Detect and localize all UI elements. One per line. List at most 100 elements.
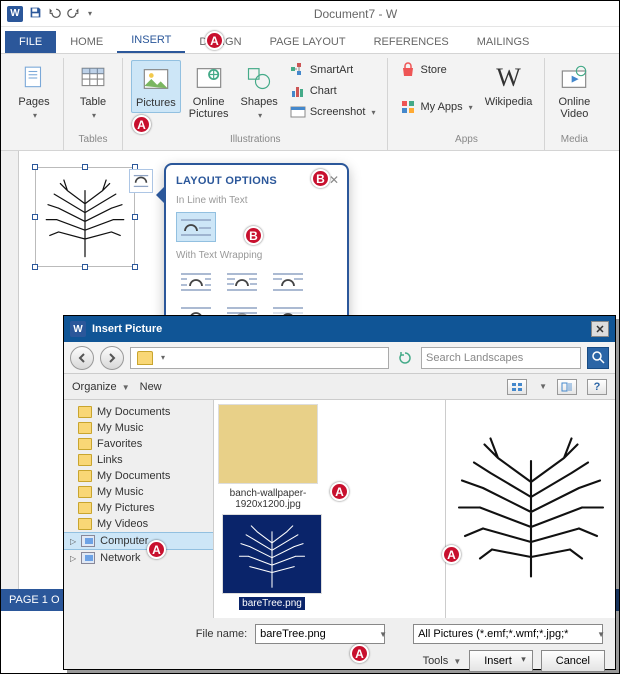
file-thumb-baretree[interactable]: bareTree.png bbox=[222, 514, 322, 609]
store-label: Store bbox=[420, 64, 446, 76]
breadcrumb[interactable]: ▾ bbox=[130, 347, 389, 369]
online-video-button[interactable]: OnlineVideo bbox=[553, 60, 595, 123]
screenshot-icon bbox=[290, 104, 306, 120]
tab-references[interactable]: REFERENCES bbox=[360, 31, 463, 53]
folder-icon bbox=[78, 422, 92, 434]
tree-item-favorites[interactable]: Favorites bbox=[64, 436, 213, 452]
folder-icon bbox=[78, 454, 92, 466]
folder-icon bbox=[78, 406, 92, 418]
back-button[interactable] bbox=[70, 346, 94, 370]
filetype-select[interactable] bbox=[413, 624, 603, 644]
tree-item-mydocuments[interactable]: My Documents bbox=[64, 404, 213, 420]
tab-insert[interactable]: INSERT bbox=[117, 29, 185, 53]
video-label: OnlineVideo bbox=[558, 96, 590, 120]
close-icon[interactable]: ✕ bbox=[591, 321, 609, 337]
wrap-square-option[interactable] bbox=[176, 267, 216, 297]
myapps-icon bbox=[400, 99, 416, 115]
qat-dropdown-icon[interactable]: ▾ bbox=[88, 9, 92, 18]
save-icon[interactable] bbox=[29, 6, 42, 22]
tree-item-mymusic2[interactable]: My Music bbox=[64, 484, 213, 500]
group-pages: Pages▾ bbox=[5, 58, 64, 150]
tab-file[interactable]: FILE bbox=[5, 31, 56, 53]
group-apps: Store My Apps▾ W Wikipedia Apps bbox=[388, 58, 545, 150]
view-button[interactable] bbox=[507, 379, 527, 395]
online-pictures-label: OnlinePictures bbox=[189, 96, 229, 120]
screenshot-label: Screenshot bbox=[310, 106, 366, 118]
preview-pane-button[interactable] bbox=[557, 379, 577, 395]
tree-item-computer[interactable]: ▷Computer bbox=[64, 532, 213, 550]
group-label-media: Media bbox=[561, 134, 588, 148]
tree-item-mydocuments2[interactable]: My Documents bbox=[64, 468, 213, 484]
pages-label: Pages bbox=[18, 96, 49, 108]
folder-icon bbox=[78, 518, 92, 530]
wrap-tight-option[interactable] bbox=[222, 267, 262, 297]
organize-button[interactable]: Organize ▼ bbox=[72, 381, 130, 393]
undo-icon[interactable] bbox=[48, 6, 61, 22]
layout-wrapping-label: With Text Wrapping bbox=[176, 250, 337, 261]
tree-item-network[interactable]: ▷Network bbox=[64, 550, 213, 566]
annotation-marker: A bbox=[330, 482, 349, 501]
search-input[interactable]: Search Landscapes bbox=[421, 347, 581, 369]
folder-icon bbox=[78, 470, 92, 482]
file-thumb-banch[interactable]: banch-wallpaper-1920x1200.jpg bbox=[218, 404, 318, 510]
smartart-icon bbox=[290, 62, 306, 78]
pictures-label: Pictures bbox=[136, 97, 176, 109]
filename-input[interactable] bbox=[255, 624, 385, 644]
table-button[interactable]: Table▾ bbox=[72, 60, 114, 123]
help-button[interactable]: ? bbox=[587, 379, 607, 395]
wikipedia-icon: W bbox=[494, 63, 524, 93]
online-pictures-button[interactable]: OnlinePictures bbox=[185, 60, 233, 123]
quick-access-toolbar: ▾ bbox=[29, 6, 92, 22]
tree-item-mymusic[interactable]: My Music bbox=[64, 420, 213, 436]
dialog-footer: File name: ▼ ▼ Tools ▼ Insert Cancel bbox=[64, 618, 615, 674]
selected-image[interactable] bbox=[35, 167, 135, 267]
tools-button[interactable]: Tools ▼ bbox=[423, 655, 462, 667]
shapes-icon bbox=[244, 63, 274, 93]
smartart-button[interactable]: SmartArt bbox=[286, 60, 380, 80]
tree-item-myvideos[interactable]: My Videos bbox=[64, 516, 213, 532]
search-button[interactable] bbox=[587, 347, 609, 369]
wrap-through-option[interactable] bbox=[268, 267, 308, 297]
chart-icon bbox=[290, 83, 306, 99]
smartart-label: SmartArt bbox=[310, 64, 353, 76]
pictures-button[interactable]: Pictures bbox=[131, 60, 181, 113]
shapes-button[interactable]: Shapes▾ bbox=[237, 60, 282, 123]
file-list[interactable]: banch-wallpaper-1920x1200.jpg bareTree.p… bbox=[214, 400, 445, 618]
dialog-titlebar: W Insert Picture ✕ bbox=[64, 316, 615, 342]
status-page: PAGE 1 O bbox=[9, 594, 60, 606]
wikipedia-label: Wikipedia bbox=[485, 96, 533, 108]
layout-inline-label: In Line with Text bbox=[176, 195, 337, 206]
word-icon: W bbox=[7, 6, 23, 22]
cancel-button[interactable]: Cancel bbox=[541, 650, 605, 672]
pictures-icon bbox=[141, 64, 171, 94]
annotation-marker: A bbox=[147, 540, 166, 559]
annotation-marker: A bbox=[442, 545, 461, 564]
redo-icon[interactable] bbox=[67, 6, 80, 22]
chart-button[interactable]: Chart bbox=[286, 81, 380, 101]
ribbon: Pages▾ Table▾ Tables Pictures bbox=[1, 53, 619, 151]
wikipedia-button[interactable]: W Wikipedia bbox=[481, 60, 537, 111]
layout-options-icon-button[interactable] bbox=[129, 169, 153, 193]
forward-button[interactable] bbox=[100, 346, 124, 370]
tab-page-layout[interactable]: PAGE LAYOUT bbox=[256, 31, 360, 53]
vertical-ruler bbox=[1, 151, 19, 589]
shapes-label: Shapes bbox=[241, 96, 278, 108]
close-icon[interactable]: ✕ bbox=[329, 173, 339, 187]
tab-mailings[interactable]: MAILINGS bbox=[463, 31, 544, 53]
tree-item-links[interactable]: Links bbox=[64, 452, 213, 468]
myapps-button[interactable]: My Apps▾ bbox=[396, 97, 476, 117]
refresh-button[interactable] bbox=[395, 351, 415, 365]
tab-home[interactable]: HOME bbox=[56, 31, 117, 53]
group-label-apps: Apps bbox=[455, 134, 478, 148]
network-icon bbox=[81, 552, 95, 564]
pages-button[interactable]: Pages▾ bbox=[13, 60, 55, 123]
file-name: bareTree.png bbox=[239, 597, 305, 610]
new-folder-button[interactable]: New bbox=[140, 381, 162, 393]
insert-button[interactable]: Insert bbox=[469, 650, 533, 672]
store-button[interactable]: Store bbox=[396, 60, 476, 80]
wrap-inline-option[interactable] bbox=[176, 212, 216, 242]
folder-tree: My Documents My Music Favorites Links My… bbox=[64, 400, 214, 618]
tree-item-mypictures[interactable]: My Pictures bbox=[64, 500, 213, 516]
video-icon bbox=[559, 63, 589, 93]
screenshot-button[interactable]: Screenshot▾ bbox=[286, 102, 380, 122]
